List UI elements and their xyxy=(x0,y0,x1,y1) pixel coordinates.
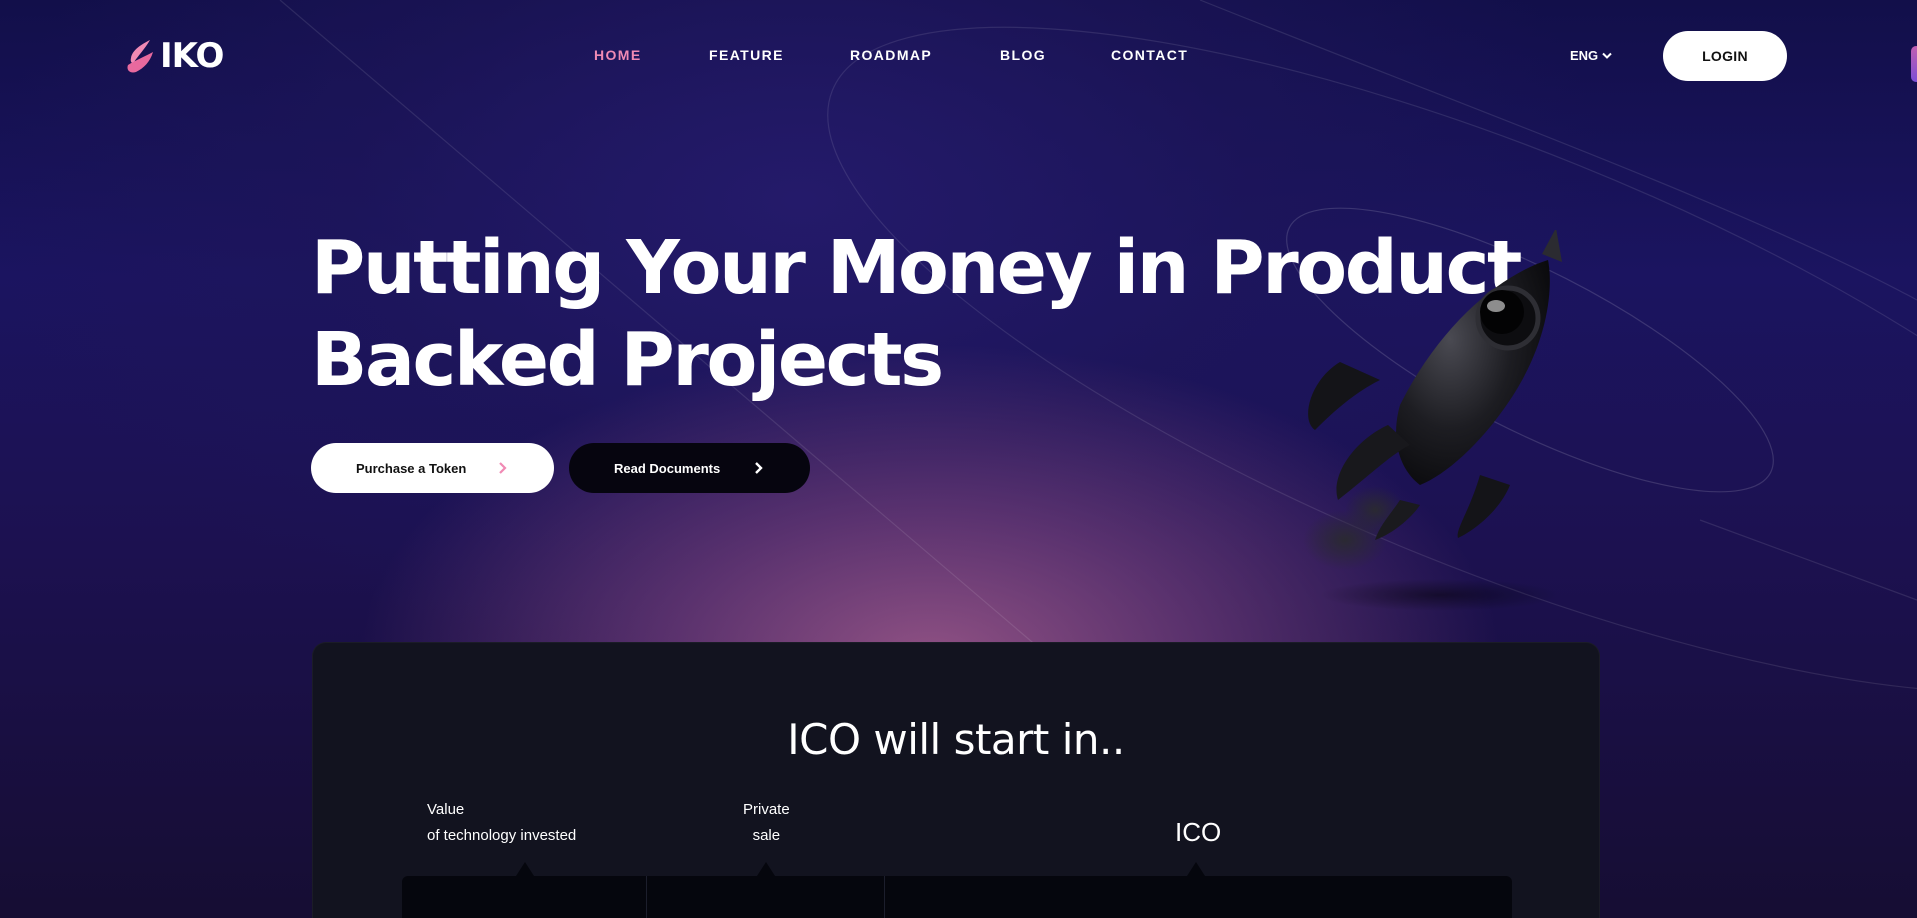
stage-ico: ICO xyxy=(1175,817,1221,847)
purchase-token-label: Purchase a Token xyxy=(356,460,467,476)
ico-countdown-panel: ICO will start in.. Value of technology … xyxy=(312,642,1600,918)
stage-pointer xyxy=(516,862,534,876)
stage-line1: Private xyxy=(743,801,790,818)
read-documents-button[interactable]: Read Documents xyxy=(569,443,810,493)
hero-title-line1: Putting Your Money in Product xyxy=(311,225,1522,311)
stage-technology-invested: Value of technology invested xyxy=(427,797,576,849)
stage-private-sale: Private sale xyxy=(743,797,790,849)
stage-line2: of technology invested xyxy=(427,827,577,844)
landing-page: IKO HOME FEATURE ROADMAP BLOG CONTACT EN… xyxy=(0,0,1917,918)
rocket-illustration xyxy=(1303,230,1562,611)
nav-item-home[interactable]: HOME xyxy=(594,47,642,63)
nav-item-blog[interactable]: BLOG xyxy=(1000,47,1046,63)
progress-divider xyxy=(884,876,885,918)
chevron-right-icon xyxy=(499,462,507,474)
purchase-token-button[interactable]: Purchase a Token xyxy=(311,443,554,493)
login-button[interactable]: LOGIN xyxy=(1663,31,1787,81)
progress-divider xyxy=(646,876,647,918)
read-documents-label: Read Documents xyxy=(614,460,721,476)
nav-item-feature[interactable]: FEATURE xyxy=(709,47,784,63)
stage-pointer xyxy=(1187,862,1205,876)
language-label: ENG xyxy=(1570,48,1599,63)
chevron-down-icon xyxy=(1602,52,1612,59)
hero-title: Putting Your Money in Product Backed Pro… xyxy=(311,222,1522,406)
hero-title-line2: Backed Projects xyxy=(311,317,944,403)
ico-title: ICO will start in.. xyxy=(787,715,1125,764)
ico-progress-track xyxy=(402,876,1512,918)
stage-line2: sale xyxy=(752,827,781,844)
nav-item-contact[interactable]: CONTACT xyxy=(1111,47,1188,63)
main-nav: HOME FEATURE ROADMAP BLOG CONTACT xyxy=(0,47,1917,67)
nav-item-roadmap[interactable]: ROADMAP xyxy=(850,47,932,63)
scroll-indicator[interactable] xyxy=(1911,46,1917,82)
language-selector[interactable]: ENG xyxy=(1570,48,1612,63)
chevron-right-icon xyxy=(755,462,763,474)
stage-line1: ICO xyxy=(1175,817,1222,847)
stage-pointer xyxy=(757,862,775,876)
stage-line1: Value xyxy=(427,801,465,818)
